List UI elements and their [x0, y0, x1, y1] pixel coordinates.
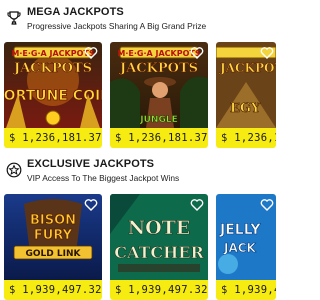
jackpot-amount: $ 1,236,181.37 [4, 128, 102, 148]
game-title-text: JUNGLE [139, 115, 177, 125]
svg-text:JACKPOTS: JACKPOTS [119, 61, 198, 76]
jackpot-amount: $ 1,236,181.37 [110, 128, 208, 148]
section-title: MEGA JACKPOTS [27, 6, 124, 18]
favorite-heart-icon[interactable] [260, 198, 274, 212]
game-title-text: JACK [223, 241, 257, 255]
game-title-text: FURY [34, 228, 73, 243]
star-badge-icon [6, 162, 22, 178]
game-tile-fortune-coin[interactable]: M·E·G·A JACKPOTS JACKPOTS FORTUNE COIN $… [4, 42, 102, 148]
favorite-heart-icon[interactable] [84, 46, 98, 60]
game-title-text: CATCHER [114, 243, 204, 262]
game-logo-text: JACKPOTS [219, 61, 276, 75]
exclusive-jackpots-section: EXCLUSIVE JACKPOTS VIP Access To The Big… [0, 152, 276, 300]
game-title-text: JELLY [219, 222, 261, 238]
game-tile-bison-fury[interactable]: BISON FURY GOLD LINK $ 1,939,497.32 [4, 194, 102, 300]
favorite-heart-icon[interactable] [190, 46, 204, 60]
jackpot-amount: $ 1,939,497.32 [110, 280, 208, 300]
mega-jackpots-section: MEGA JACKPOTS Progressive Jackpots Shari… [0, 0, 276, 148]
game-title-text: NOTE [128, 217, 191, 239]
game-logo-text: M·E·G·A JACKPOTS [11, 49, 94, 58]
jackpot-amount: $ 1,939,497.32 [4, 280, 102, 300]
game-tile-jungle[interactable]: M·E·G·A JACKPOTS JACKPOTS JUNGLE $ 1,236… [110, 42, 208, 148]
game-tile-jelly-jack[interactable]: JELLY JACK $ 1,939,4 [216, 194, 276, 300]
section-subtitle: Progressive Jackpots Sharing A Big Grand… [27, 21, 207, 31]
section-subtitle: VIP Access To The Biggest Jackpot Wins [27, 173, 180, 183]
jackpot-amount: $ 1,236,1 [216, 128, 276, 148]
game-row: BISON FURY GOLD LINK $ 1,939,497.32 NOTE… [0, 194, 276, 300]
favorite-heart-icon[interactable] [84, 198, 98, 212]
game-logo-text: M·E·G·A JACKPOTS [117, 49, 200, 58]
section-header: EXCLUSIVE JACKPOTS VIP Access To The Big… [0, 152, 269, 188]
section-header: MEGA JACKPOTS Progressive Jackpots Shari… [0, 0, 269, 36]
svg-text:JACKPOTS: JACKPOTS [13, 61, 92, 76]
game-title-text: BISON [30, 213, 76, 228]
trophy-icon [7, 11, 21, 25]
favorite-heart-icon[interactable] [190, 198, 204, 212]
game-subtitle-text: GOLD LINK [26, 249, 82, 259]
game-title-text: EGY [230, 101, 261, 116]
section-title: EXCLUSIVE JACKPOTS [27, 158, 155, 170]
game-tile-note-catcher[interactable]: NOTE CATCHER $ 1,939,497.32 [110, 194, 208, 300]
jackpot-amount: $ 1,939,4 [216, 280, 276, 300]
favorite-heart-icon[interactable] [260, 46, 274, 60]
game-row: M·E·G·A JACKPOTS JACKPOTS FORTUNE COIN $… [0, 42, 276, 148]
game-tile-egypt[interactable]: JACKPOTS EGY $ 1,236,1 [216, 42, 276, 148]
